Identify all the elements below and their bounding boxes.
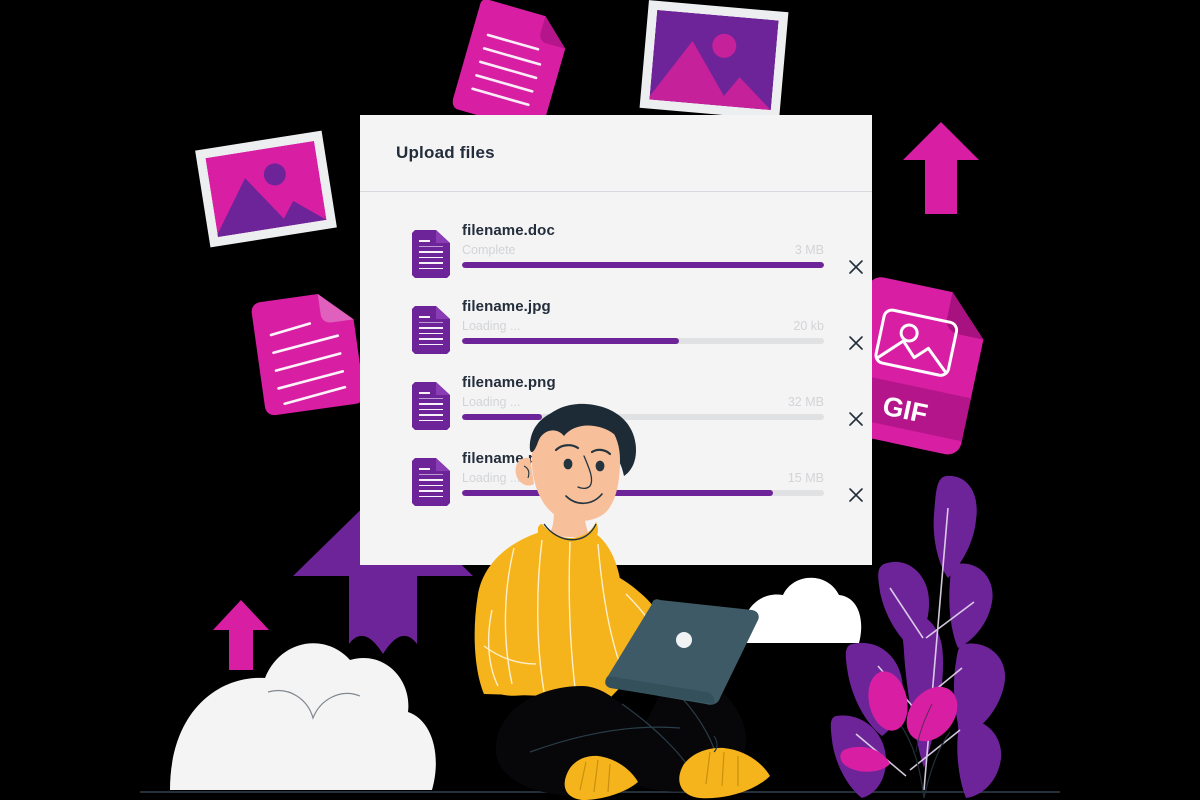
document-icon [452, 0, 566, 132]
remove-file-button[interactable] [846, 333, 868, 355]
file-name: filename.jpg [462, 298, 551, 315]
file-size: 3 MB [794, 243, 824, 257]
document-icon [412, 230, 450, 278]
file-status: Complete [462, 243, 516, 257]
close-icon [849, 336, 863, 350]
page-title: Upload files [396, 143, 495, 162]
list-item[interactable]: filename.doc Complete 3 MB [360, 222, 872, 298]
close-icon [849, 488, 863, 502]
file-name: filename.png [462, 374, 556, 391]
file-name: filename.doc [462, 222, 555, 239]
remove-file-button[interactable] [846, 409, 868, 431]
illustration-scene: GIF Upload files filename.doc Complete 3… [0, 0, 1200, 800]
person-with-laptop-illustration [474, 403, 770, 800]
close-icon [849, 260, 863, 274]
file-status: Loading ... [462, 319, 521, 333]
close-icon [849, 412, 863, 426]
document-icon [251, 294, 365, 416]
up-arrow-icon [213, 600, 269, 670]
document-icon [412, 458, 450, 506]
image-file-icon [639, 0, 789, 120]
image-file-icon [195, 130, 337, 248]
panel-header: Upload files [360, 115, 872, 191]
up-arrow-icon [903, 122, 979, 214]
document-icon [412, 382, 450, 430]
remove-file-button[interactable] [846, 485, 868, 507]
file-size: 20 kb [793, 319, 824, 333]
list-item[interactable]: filename.jpg Loading ... 20 kb [360, 298, 872, 374]
progress-bar [462, 262, 824, 268]
remove-file-button[interactable] [846, 257, 868, 279]
progress-bar [462, 338, 824, 344]
document-icon [412, 306, 450, 354]
